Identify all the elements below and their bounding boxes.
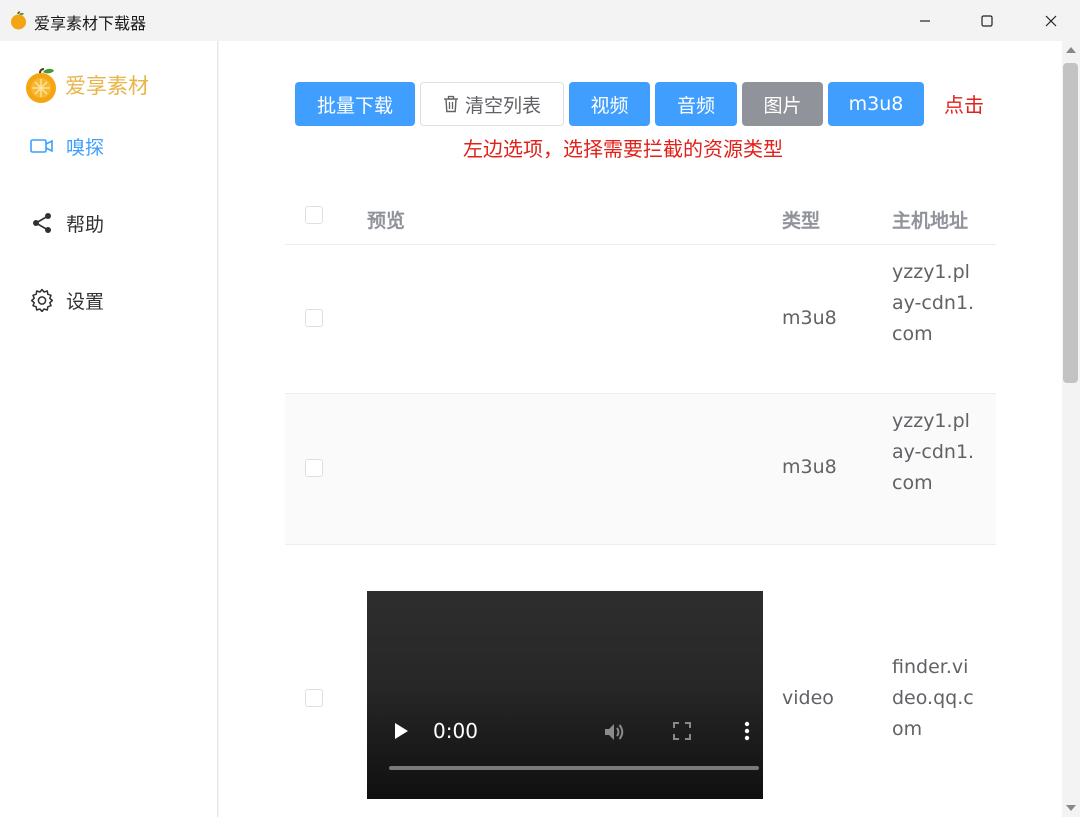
video-current-time: 0:00 <box>433 719 478 743</box>
table-row: m3u8 yzzy1.play-cdn1.com <box>285 245 996 394</box>
brand-name: 爱享素材 <box>65 74 149 98</box>
row-type: video <box>782 687 834 709</box>
close-icon <box>1045 15 1057 26</box>
video-progress-bar[interactable] <box>389 766 759 770</box>
vertical-scrollbar[interactable] <box>1062 41 1080 817</box>
clear-list-button[interactable]: 清空列表 <box>420 82 564 126</box>
batch-download-button[interactable]: 批量下载 <box>295 82 415 126</box>
toolbar: 批量下载 清空列表 视频 音频 图片 m3u8 <box>295 82 929 126</box>
scrollbar-thumb[interactable] <box>1063 63 1078 383</box>
resource-table: 预览 类型 主机地址 m3u8 yzzy1.play-cdn1.com m3u8… <box>285 191 996 815</box>
clear-list-label: 清空列表 <box>464 94 541 117</box>
brand: 爱享素材 <box>25 65 149 105</box>
close-button[interactable] <box>1026 0 1076 41</box>
row-checkbox[interactable] <box>305 689 323 707</box>
filter-audio-button[interactable]: 音频 <box>655 82 737 126</box>
minimize-icon <box>920 19 930 22</box>
table-row: m3u8 yzzy1.play-cdn1.com <box>285 394 996 545</box>
fullscreen-icon[interactable] <box>673 722 691 740</box>
share-icon <box>30 211 54 235</box>
sidebar-item-sniff[interactable]: 嗅探 <box>30 131 104 161</box>
filter-video-button[interactable]: 视频 <box>569 82 650 126</box>
row-type: m3u8 <box>782 307 837 329</box>
window-title: 爱享素材下载器 <box>34 14 147 33</box>
sidebar-item-label: 嗅探 <box>66 136 105 159</box>
scroll-down-arrow-icon[interactable] <box>1066 805 1076 811</box>
video-camera-icon <box>30 134 54 158</box>
main-panel: 批量下载 清空列表 视频 音频 图片 m3u8 点击 左边选项，选择需要拦截的资… <box>219 41 1062 817</box>
row-checkbox[interactable] <box>305 309 323 327</box>
sidebar-item-label: 设置 <box>66 290 105 313</box>
more-options-icon[interactable] <box>744 721 750 741</box>
sidebar-item-help[interactable]: 帮助 <box>30 208 104 238</box>
row-checkbox[interactable] <box>305 459 323 477</box>
play-icon[interactable] <box>395 723 408 739</box>
select-all-checkbox[interactable] <box>305 206 323 224</box>
gear-icon <box>30 288 54 312</box>
filter-m3u8-button[interactable]: m3u8 <box>828 82 924 126</box>
volume-icon[interactable] <box>603 721 627 743</box>
sidebar-item-settings[interactable]: 设置 <box>30 285 104 315</box>
maximize-icon <box>981 14 993 27</box>
row-type: m3u8 <box>782 456 837 478</box>
column-header-host: 主机地址 <box>892 210 969 232</box>
sidebar-item-label: 帮助 <box>66 213 105 236</box>
row-host: yzzy1.play-cdn1.com <box>892 261 975 345</box>
scroll-up-arrow-icon[interactable] <box>1066 47 1076 53</box>
trash-icon <box>443 95 458 113</box>
maximize-button[interactable] <box>962 0 1012 41</box>
orange-app-icon <box>11 11 26 30</box>
minimize-button[interactable] <box>900 0 950 41</box>
filter-image-button[interactable]: 图片 <box>742 82 823 126</box>
table-row: 0:00 video finder.video.qq.com <box>285 545 996 815</box>
hint-click: 点击 <box>944 93 984 117</box>
row-host: finder.video.qq.com <box>892 656 974 740</box>
column-header-type: 类型 <box>782 210 821 232</box>
row-host: yzzy1.play-cdn1.com <box>892 410 975 494</box>
table-header: 预览 类型 主机地址 <box>285 191 996 245</box>
hint-description: 左边选项，选择需要拦截的资源类型 <box>463 137 783 161</box>
video-player[interactable]: 0:00 <box>367 591 763 799</box>
orange-logo-icon <box>26 68 56 103</box>
column-header-preview: 预览 <box>367 210 406 232</box>
sidebar: 爱享素材 嗅探 帮助 设置 <box>0 41 218 817</box>
title-bar: 爱享素材下载器 <box>0 0 1080 41</box>
